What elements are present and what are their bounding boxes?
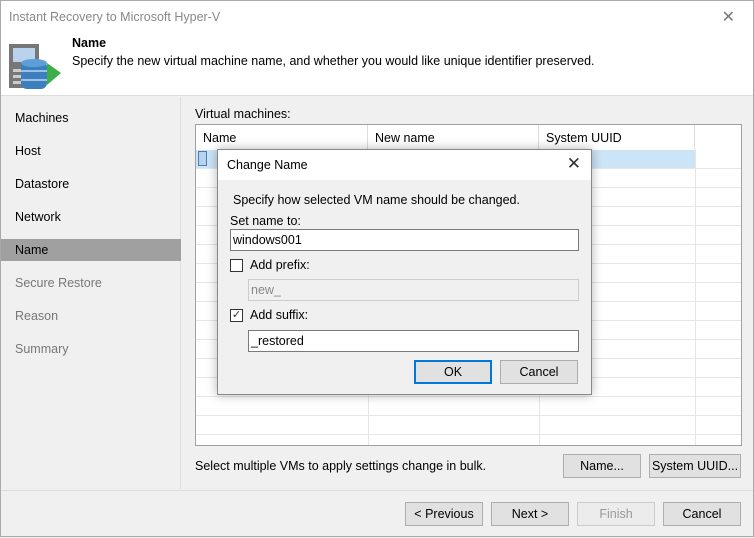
- window-title: Instant Recovery to Microsoft Hyper-V: [9, 10, 221, 24]
- step-host[interactable]: Host: [1, 140, 181, 162]
- add-prefix-checkbox[interactable]: [230, 259, 243, 272]
- system-uuid-button[interactable]: System UUID...: [649, 454, 741, 478]
- column-new-name[interactable]: New name: [368, 125, 539, 149]
- step-machines[interactable]: Machines: [1, 107, 181, 129]
- next-button[interactable]: Next >: [491, 502, 569, 526]
- add-suffix-checkbox[interactable]: ✓: [230, 309, 243, 322]
- vm-icon: [198, 151, 207, 166]
- wizard-window: Instant Recovery to Microsoft Hyper-V ✕ …: [0, 0, 754, 537]
- dialog-instruction: Specify how selected VM name should be c…: [233, 193, 520, 207]
- change-name-dialog: Change Name ✕ Specify how selected VM na…: [217, 149, 592, 395]
- vm-list-label: Virtual machines:: [195, 107, 291, 121]
- dialog-cancel-button[interactable]: Cancel: [500, 360, 578, 384]
- bulk-hint: Select multiple VMs to apply settings ch…: [195, 459, 487, 473]
- step-network[interactable]: Network: [1, 206, 181, 228]
- set-name-input[interactable]: windows001: [230, 229, 579, 251]
- set-name-label: Set name to:: [230, 214, 301, 228]
- wizard-steps: Machines Host Datastore Network Name Sec…: [1, 97, 181, 489]
- recovery-icon: [9, 44, 61, 89]
- step-reason[interactable]: Reason: [1, 305, 181, 327]
- dialog-title-bar: Change Name ✕: [218, 150, 591, 180]
- wizard-header: Name Specify the new virtual machine nam…: [1, 33, 753, 96]
- ok-button[interactable]: OK: [414, 360, 492, 384]
- prefix-input[interactable]: new_: [248, 279, 579, 301]
- step-secure-restore[interactable]: Secure Restore: [1, 272, 181, 294]
- suffix-input[interactable]: _restored: [248, 330, 579, 352]
- add-suffix-label: Add suffix:: [250, 308, 309, 322]
- name-button[interactable]: Name...: [563, 454, 641, 478]
- step-datastore[interactable]: Datastore: [1, 173, 181, 195]
- column-system-uuid[interactable]: System UUID: [539, 125, 695, 149]
- page-description: Specify the new virtual machine name, an…: [72, 54, 595, 68]
- finish-button[interactable]: Finish: [577, 502, 655, 526]
- page-title: Name: [72, 36, 107, 50]
- title-bar: Instant Recovery to Microsoft Hyper-V ✕: [1, 1, 753, 33]
- column-name[interactable]: Name: [196, 125, 368, 149]
- add-prefix-label: Add prefix:: [250, 258, 310, 272]
- close-icon[interactable]: ✕: [567, 154, 581, 174]
- wizard-footer: < Previous Next > Finish Cancel: [1, 490, 753, 538]
- close-icon[interactable]: ✕: [722, 7, 735, 27]
- dialog-title: Change Name: [227, 158, 308, 172]
- step-summary[interactable]: Summary: [1, 338, 181, 360]
- cancel-button[interactable]: Cancel: [663, 502, 741, 526]
- previous-button[interactable]: < Previous: [405, 502, 483, 526]
- step-name[interactable]: Name: [1, 239, 181, 261]
